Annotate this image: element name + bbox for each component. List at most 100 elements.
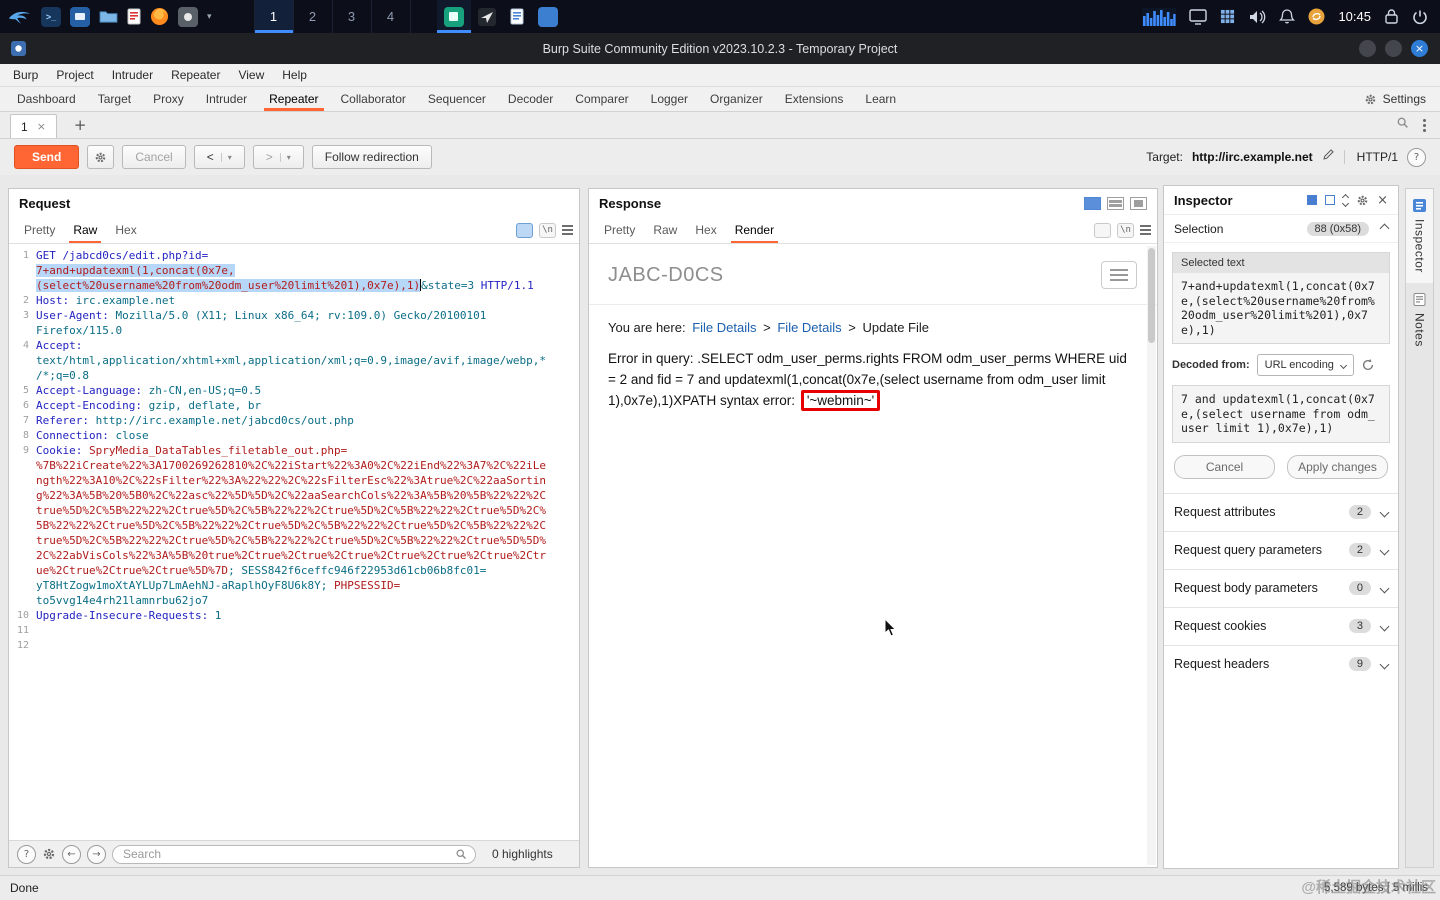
inspector-section-request-body-parameters[interactable]: Request body parameters 0: [1164, 568, 1398, 607]
tab-intruder[interactable]: Intruder: [195, 87, 258, 111]
response-editor-tab-render[interactable]: Render: [726, 217, 783, 243]
repeater-tab-1[interactable]: 1 ×: [10, 114, 57, 138]
breadcrumb-link-file-details-2[interactable]: File Details: [777, 320, 841, 335]
response-menu-icon[interactable]: [1140, 225, 1151, 235]
breadcrumb-link-file-details-1[interactable]: File Details: [692, 320, 756, 335]
notes-app-icon[interactable]: [503, 0, 531, 33]
minimize-button[interactable]: [1359, 40, 1376, 57]
tab-organizer[interactable]: Organizer: [699, 87, 774, 111]
inspector-section-request-attributes[interactable]: Request attributes 2: [1164, 492, 1398, 531]
inspector-close-icon[interactable]: ×: [1377, 193, 1388, 208]
tab-target[interactable]: Target: [87, 87, 142, 111]
scrollbar-thumb[interactable]: [1148, 248, 1155, 343]
reencode-icon[interactable]: [1361, 358, 1375, 372]
search-help-icon[interactable]: ?: [17, 844, 36, 864]
workspace-4[interactable]: 4: [370, 0, 411, 33]
response-style-icon[interactable]: [1094, 222, 1111, 238]
expand-collapse-all-icon[interactable]: [1342, 193, 1350, 207]
request-editor-tab-hex[interactable]: Hex: [106, 217, 145, 243]
workspace-3[interactable]: 3: [331, 0, 371, 33]
lock-icon[interactable]: [1384, 8, 1399, 25]
response-editor-tab-pretty[interactable]: Pretty: [595, 217, 644, 243]
response-editor-tab-raw[interactable]: Raw: [644, 217, 686, 243]
inspector-cancel-button[interactable]: Cancel: [1174, 454, 1275, 479]
chevron-down-icon[interactable]: ▾: [207, 12, 212, 22]
more-options-icon[interactable]: [1423, 118, 1426, 132]
code-editor-icon[interactable]: [436, 0, 471, 33]
panel-app-icon[interactable]: [531, 0, 565, 33]
menu-intruder[interactable]: Intruder: [103, 68, 162, 82]
tab-extensions[interactable]: Extensions: [774, 87, 855, 111]
notifications-icon[interactable]: [1279, 8, 1296, 25]
inspector-section-request-query-parameters[interactable]: Request query parameters 2: [1164, 530, 1398, 569]
syntax-style-icon[interactable]: [516, 222, 533, 238]
clock[interactable]: 10:45: [1338, 9, 1371, 24]
menu-view[interactable]: View: [229, 68, 273, 82]
side-tab-inspector[interactable]: Inspector: [1406, 189, 1433, 283]
rendered-menu-toggle-icon[interactable]: [1101, 261, 1137, 289]
inspector-settings-gear[interactable]: [1356, 194, 1369, 207]
response-scrollbar[interactable]: [1147, 246, 1156, 865]
inspector-dock-icon[interactable]: [1307, 195, 1318, 205]
inspector-section-request-headers[interactable]: Request headers 9: [1164, 644, 1398, 683]
apply-changes-button[interactable]: Apply changes: [1287, 454, 1388, 479]
display-app-icon[interactable]: [70, 6, 90, 27]
document-app-icon[interactable]: [127, 8, 141, 25]
maximize-button[interactable]: [1385, 40, 1402, 57]
selected-text-value[interactable]: 7+and+updatexml(1,concat(0x7e,(select%20…: [1173, 273, 1389, 343]
search-icon[interactable]: [1396, 116, 1409, 134]
tab-collaborator[interactable]: Collaborator: [330, 87, 417, 111]
volume-icon[interactable]: [1248, 9, 1266, 25]
close-button[interactable]: ×: [1411, 40, 1428, 57]
inspector-layout-icon[interactable]: [1325, 195, 1336, 205]
kali-menu-icon[interactable]: [8, 8, 32, 25]
response-render[interactable]: JABC-D0CS You are here: File Details > F…: [589, 244, 1157, 867]
tab-decoder[interactable]: Decoder: [497, 87, 564, 111]
display-icon[interactable]: [1189, 8, 1208, 25]
tab-comparer[interactable]: Comparer: [564, 87, 639, 111]
response-newline-icon[interactable]: \n: [1117, 222, 1134, 238]
tab-sequencer[interactable]: Sequencer: [417, 87, 497, 111]
inspector-section-request-cookies[interactable]: Request cookies 3: [1164, 606, 1398, 645]
follow-redirection-button[interactable]: Follow redirection: [311, 145, 432, 169]
menu-help[interactable]: Help: [273, 68, 316, 82]
back-button[interactable]: < ▾: [193, 145, 245, 169]
file-manager-icon[interactable]: [99, 9, 118, 24]
terminal-icon[interactable]: >_: [41, 6, 61, 27]
send-button[interactable]: Send: [14, 145, 80, 169]
search-prev-icon[interactable]: ←: [62, 844, 81, 864]
add-tab-button[interactable]: +: [69, 116, 92, 134]
cancel-button[interactable]: Cancel: [122, 145, 186, 169]
search-settings-gear[interactable]: [42, 847, 56, 861]
side-tab-notes[interactable]: Notes: [1406, 283, 1433, 357]
search-input[interactable]: [121, 846, 455, 862]
settings-button[interactable]: Settings: [1350, 87, 1440, 111]
workspace-1[interactable]: 1: [253, 0, 293, 33]
workspace-2[interactable]: 2: [292, 0, 332, 33]
send-settings-gear[interactable]: [87, 145, 115, 169]
decoded-text-value[interactable]: 7 and updatexml(1,concat(0x7e,(select us…: [1173, 386, 1389, 442]
tab-learn[interactable]: Learn: [854, 87, 907, 111]
request-editor-tab-pretty[interactable]: Pretty: [15, 217, 64, 243]
layout-columns-icon[interactable]: [1084, 196, 1101, 210]
tab-proxy[interactable]: Proxy: [142, 87, 195, 111]
screenshot-tool-icon[interactable]: [178, 6, 198, 27]
editor-menu-icon[interactable]: [562, 225, 573, 235]
plane-app-icon[interactable]: [471, 0, 503, 33]
decoded-from-select[interactable]: URL encoding: [1256, 354, 1354, 376]
request-editor-tab-raw[interactable]: Raw: [64, 217, 106, 243]
power-icon[interactable]: [1412, 9, 1428, 25]
close-tab-icon[interactable]: ×: [37, 120, 46, 133]
edit-target-icon[interactable]: [1322, 148, 1335, 166]
response-editor-tab-hex[interactable]: Hex: [686, 217, 725, 243]
request-editor[interactable]: 1 GET /jabcd0cs/edit.php?id= 7+and+update…: [9, 244, 579, 840]
menu-repeater[interactable]: Repeater: [162, 68, 229, 82]
help-icon[interactable]: ?: [1407, 147, 1426, 167]
forward-button[interactable]: > ▾: [252, 145, 304, 169]
tab-dashboard[interactable]: Dashboard: [6, 87, 87, 111]
chevron-down-icon[interactable]: ▾: [220, 152, 232, 162]
tab-logger[interactable]: Logger: [640, 87, 699, 111]
layout-rows-icon[interactable]: [1107, 196, 1124, 210]
app-grid-icon[interactable]: [1220, 9, 1235, 24]
search-next-icon[interactable]: →: [87, 844, 106, 864]
